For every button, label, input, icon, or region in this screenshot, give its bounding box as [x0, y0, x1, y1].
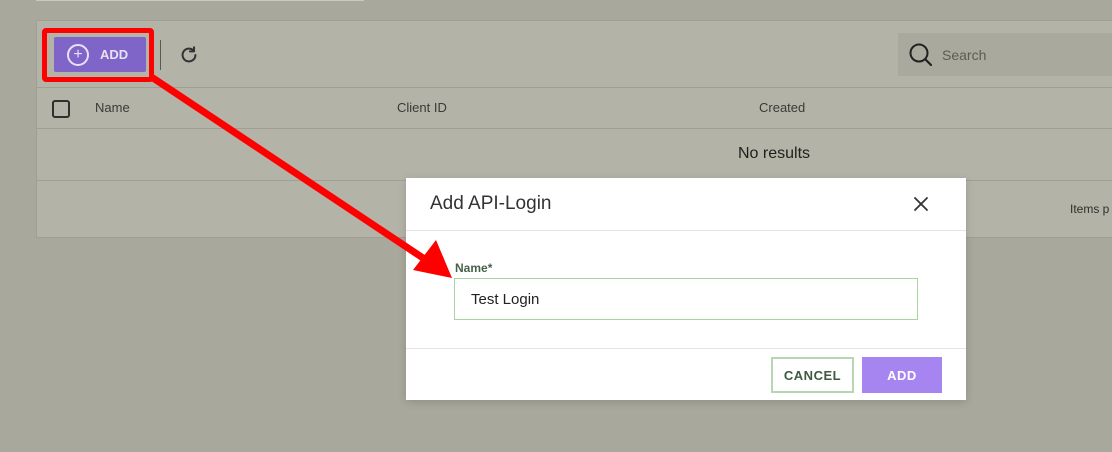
items-per-page-label: Items p	[1070, 202, 1110, 216]
name-label-text: Name	[455, 261, 488, 275]
search-field[interactable]: Search	[898, 33, 1112, 76]
toolbar-divider	[160, 40, 161, 70]
name-input[interactable]	[454, 278, 918, 320]
table-header: Name Client ID Created	[37, 87, 1112, 129]
add-api-login-dialog: Add API-Login Name* CANCEL ADD	[406, 178, 966, 400]
close-icon[interactable]	[912, 195, 930, 213]
search-placeholder: Search	[942, 46, 987, 63]
dialog-footer: CANCEL ADD	[406, 348, 966, 401]
add-button[interactable]: + ADD	[54, 37, 146, 72]
toolbar: + ADD Search	[37, 21, 1112, 87]
search-icon	[909, 43, 933, 66]
name-field-label: Name*	[455, 261, 492, 275]
column-header-name[interactable]: Name	[95, 100, 130, 115]
select-all-checkbox[interactable]	[52, 100, 70, 118]
empty-state-row: No results	[37, 128, 1112, 181]
column-header-client-id[interactable]: Client ID	[397, 100, 447, 115]
add-button-label: ADD	[100, 47, 129, 62]
column-header-created[interactable]: Created	[759, 100, 805, 115]
refresh-icon[interactable]	[178, 44, 200, 66]
no-results-text: No results	[738, 145, 811, 162]
dialog-header: Add API-Login	[406, 178, 966, 231]
dialog-title: Add API-Login	[430, 193, 552, 214]
required-asterisk: *	[487, 261, 493, 275]
submit-add-button[interactable]: ADD	[862, 357, 942, 393]
tab-underline	[36, 0, 364, 1]
plus-circle-icon: +	[67, 43, 89, 66]
cancel-button[interactable]: CANCEL	[771, 357, 854, 393]
